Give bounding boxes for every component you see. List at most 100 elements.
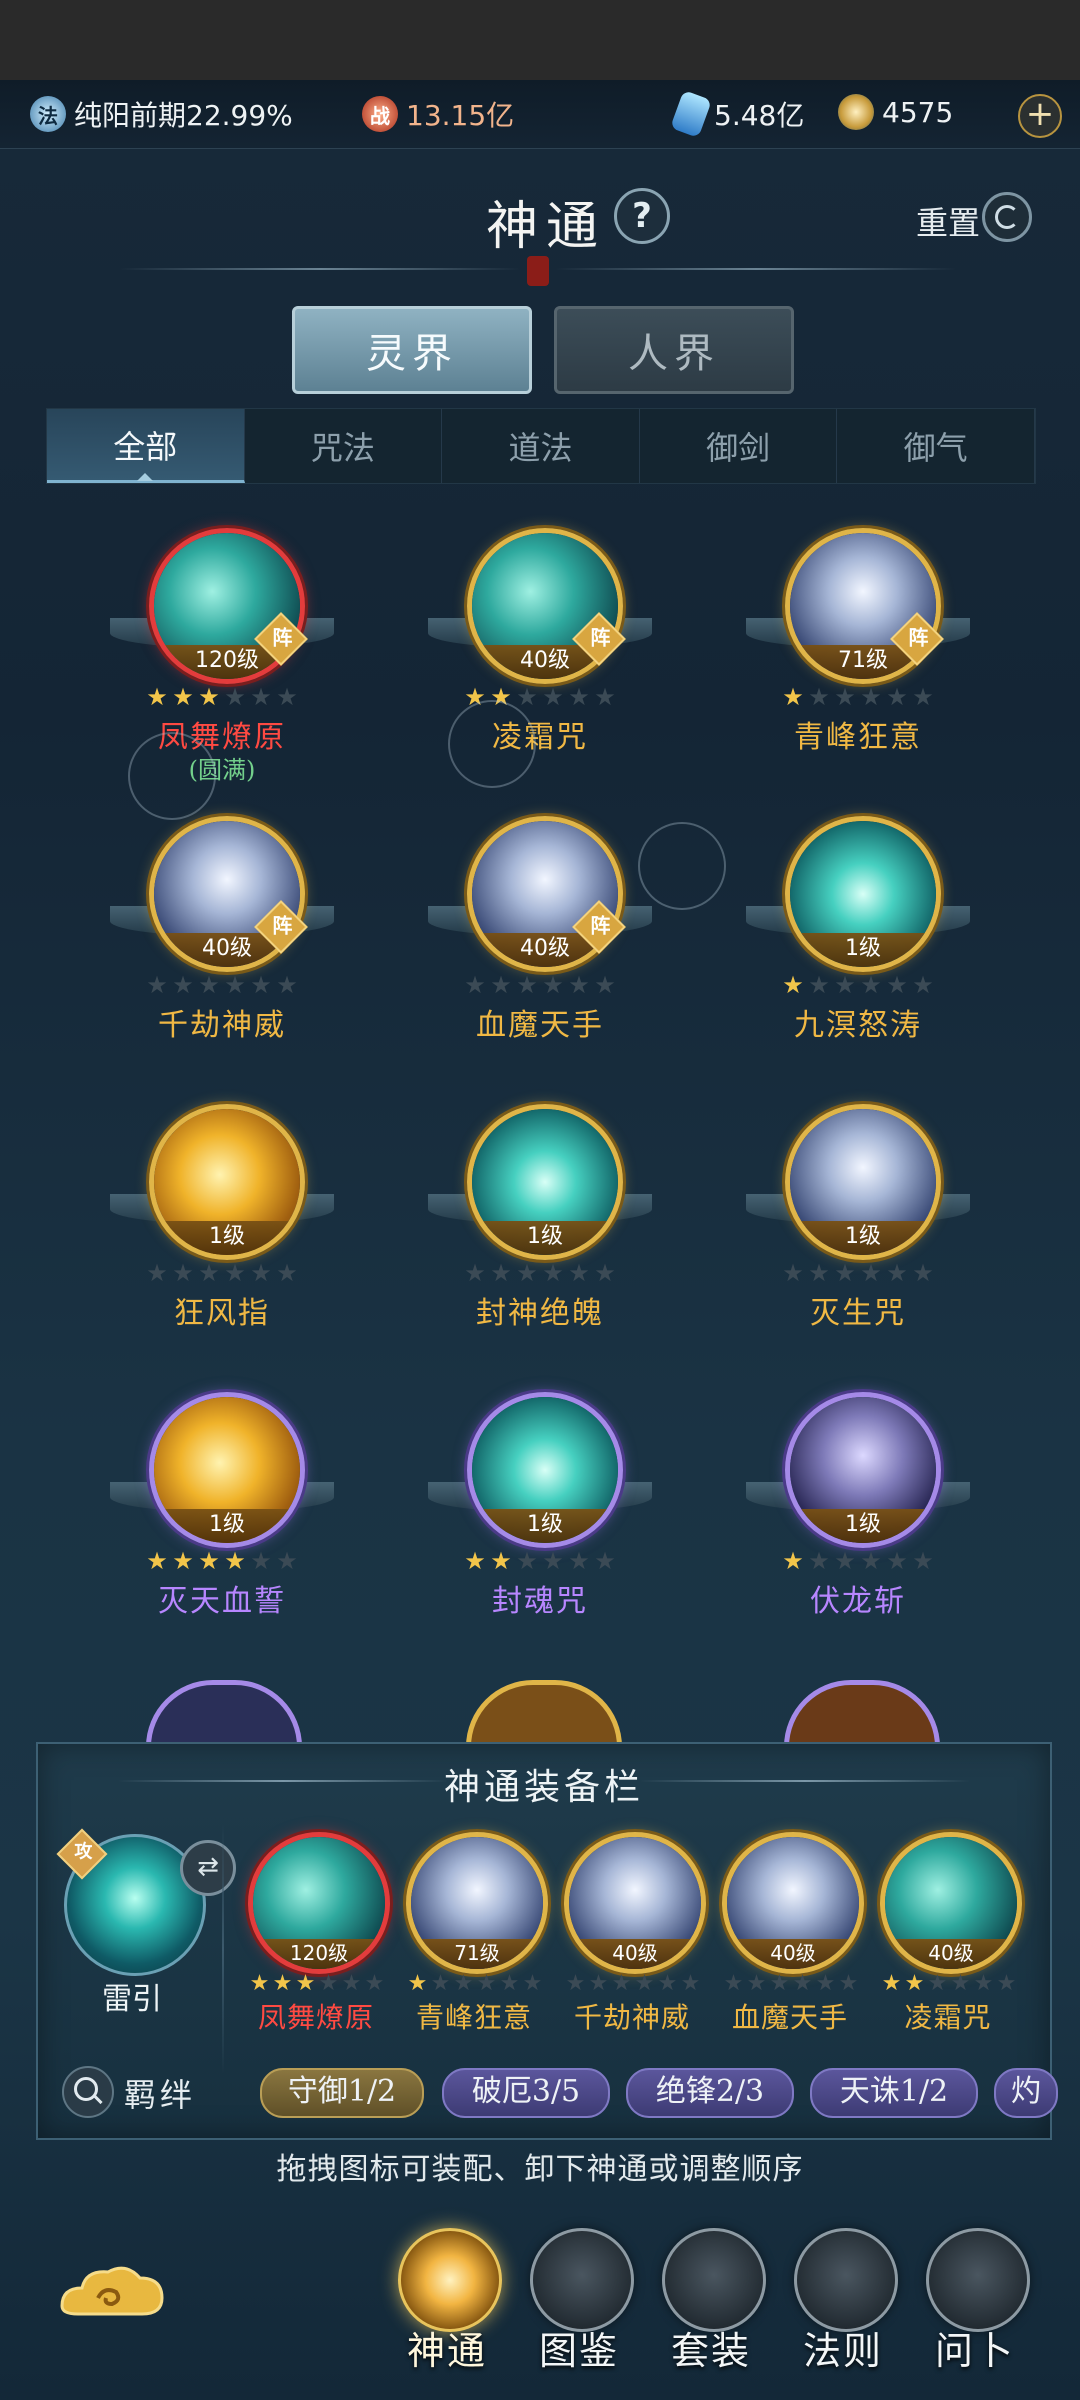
crystal-display[interactable]: 5.48亿: [670, 90, 805, 138]
skill-name: 千劫神威: [573, 2001, 690, 2034]
skill-card[interactable]: 71级阵 ★ ★ ★ ★ ★ ★ 青峰狂意: [708, 528, 1008, 788]
star-icon: ★: [172, 971, 194, 999]
skill-name: 封神绝魄: [476, 1296, 604, 1331]
skill-card[interactable]: 1级 ★ ★ ★ ★ ★ ★ 灭天血誓: [72, 1392, 372, 1652]
nav-item[interactable]: 法则: [788, 2228, 898, 2378]
reset-icon[interactable]: [982, 192, 1032, 242]
star-icon: ★: [198, 971, 220, 999]
coin-text: 4575: [882, 95, 954, 129]
skill-level: 1级: [790, 1509, 936, 1543]
star-icon: ★: [782, 971, 804, 999]
star-icon: ★: [250, 683, 272, 711]
star-icon: ★: [224, 1259, 246, 1287]
skill-card[interactable]: 1级 ★ ★ ★ ★ ★ ★ 灭生咒: [708, 1104, 1008, 1364]
main-skill-slot[interactable]: 攻 ⇄ 雷引: [56, 1828, 236, 2017]
formation-tag-label: 阵: [590, 913, 611, 938]
star-icon: ★: [834, 971, 856, 999]
tab-dao[interactable]: 道法: [442, 409, 640, 483]
skill-card[interactable]: 1级 ★ ★ ★ ★ ★ ★ 九溟怒涛: [708, 816, 1008, 1076]
nav-item[interactable]: 神通: [392, 2228, 502, 2378]
crystal-text: 5.48亿: [714, 99, 805, 132]
tab-spell[interactable]: 咒法: [245, 409, 443, 483]
realm-tab-human[interactable]: 人界: [554, 306, 794, 394]
star-icon: ★: [250, 1547, 272, 1575]
star-icon: ★: [146, 1547, 168, 1575]
star-icon: ★: [973, 1971, 994, 1996]
star-icon: ★: [886, 971, 908, 999]
equipped-skill-slot[interactable]: 40级 ★ ★ ★ ★ ★ ★ 千劫神威: [554, 1832, 710, 2034]
skill-level: 40级: [885, 1939, 1017, 1969]
bond-badge[interactable]: 破厄3/5: [442, 2068, 610, 2118]
star-icon: ★: [588, 1971, 609, 1996]
equipped-skill-slot[interactable]: 40级 ★ ★ ★ ★ ★ ★ 凌霜咒: [870, 1832, 1026, 2034]
tab-all[interactable]: 全部: [47, 409, 245, 483]
skill-card[interactable]: 40级阵 ★ ★ ★ ★ ★ ★ 凌霜咒: [390, 528, 690, 788]
nav-item[interactable]: 图鉴: [524, 2228, 634, 2378]
skill-card[interactable]: 1级 ★ ★ ★ ★ ★ ★ 伏龙斩: [708, 1392, 1008, 1652]
skill-level: 1级: [472, 1221, 618, 1255]
star-icon: ★: [499, 1971, 520, 1996]
skill-card[interactable]: 1级 ★ ★ ★ ★ ★ ★ 狂风指: [72, 1104, 372, 1364]
equipped-skill-slot[interactable]: 71级 ★ ★ ★ ★ ★ ★ 青峰狂意: [396, 1832, 552, 2034]
search-icon[interactable]: [62, 2066, 114, 2118]
tab-qi[interactable]: 御气: [837, 409, 1035, 483]
swap-icon[interactable]: ⇄: [180, 1840, 236, 1896]
star-icon: ★: [657, 1971, 678, 1996]
skill-icon: 1级: [785, 1104, 941, 1260]
star-icon: ★: [634, 1971, 655, 1996]
skill-card[interactable]: 120级阵 ★ ★ ★ ★ ★ ★ 凤舞燎原 (圆满): [72, 528, 372, 788]
star-icon: ★: [568, 1547, 590, 1575]
star-icon: ★: [542, 971, 564, 999]
coin-display[interactable]: 4575: [838, 94, 953, 130]
skill-card[interactable]: 1级 ★ ★ ★ ★ ★ ★ 封魂咒: [390, 1392, 690, 1652]
star-icon: ★: [568, 971, 590, 999]
equipment-title: 神通装备栏: [443, 1767, 644, 1808]
realm-tab-spirit[interactable]: 灵界: [292, 306, 532, 394]
skill-level: 1级: [790, 1221, 936, 1255]
star-rating: ★ ★ ★ ★ ★ ★: [462, 1260, 618, 1286]
bond-badge[interactable]: 守御1/2: [260, 2068, 424, 2118]
bond-badge[interactable]: 绝锋2/3: [626, 2068, 794, 2118]
skill-card[interactable]: 1级 ★ ★ ★ ★ ★ ★ 封神绝魄: [390, 1104, 690, 1364]
help-button[interactable]: ?: [614, 188, 670, 244]
star-icon: ★: [172, 1547, 194, 1575]
star-rating: ★ ★ ★ ★ ★ ★: [144, 972, 300, 998]
skill-card[interactable]: 40级阵 ★ ★ ★ ★ ★ ★ 千劫神威: [72, 816, 372, 1076]
skill-icon: 1级: [149, 1392, 305, 1548]
divination-icon: [926, 2228, 1030, 2332]
star-icon: ★: [912, 683, 934, 711]
skill-level: 40级: [727, 1939, 859, 1969]
equipped-skill-slot[interactable]: 40级 ★ ★ ★ ★ ★ ★ 血魔天手: [712, 1832, 868, 2034]
star-icon: ★: [860, 683, 882, 711]
combat-power-display[interactable]: 战 13.15亿: [362, 94, 514, 134]
skill-name: 凤舞燎原: [257, 2001, 374, 2034]
add-currency-button[interactable]: +: [1018, 94, 1062, 138]
star-icon: ★: [276, 1259, 298, 1287]
skill-status: (圆满): [188, 756, 256, 784]
star-rating: ★ ★ ★ ★ ★ ★: [462, 1548, 618, 1574]
nav-label: 套装: [670, 2329, 751, 2373]
skill-icon: 1级: [467, 1392, 623, 1548]
skill-name: 血魔天手: [476, 1008, 604, 1043]
skill-level: 1级: [154, 1221, 300, 1255]
star-icon: ★: [996, 1971, 1017, 1996]
nav-item[interactable]: 问卜: [920, 2228, 1030, 2378]
bond-badge[interactable]: 灼: [994, 2068, 1058, 2118]
reset-label[interactable]: 重置: [916, 198, 980, 244]
cultivation-display[interactable]: 法 纯阳前期22.99%: [30, 94, 293, 134]
nav-label: 问卜: [934, 2329, 1015, 2373]
nav-item[interactable]: 套装: [656, 2228, 766, 2378]
tab-sword[interactable]: 御剑: [640, 409, 838, 483]
bond-badge[interactable]: 天诛1/2: [810, 2068, 978, 2118]
star-icon: ★: [364, 1971, 385, 1996]
bond-row: 羁绊 守御1/2 破厄3/5 绝锋2/3 天诛1/2 灼: [56, 2062, 1058, 2122]
star-icon: ★: [146, 683, 168, 711]
drag-hint: 拖拽图标可装配、卸下神通或调整顺序: [276, 2152, 804, 2187]
star-icon: ★: [198, 1547, 220, 1575]
skill-icon: 71级: [406, 1832, 548, 1974]
cloud-logo-icon[interactable]: [52, 2258, 172, 2328]
skill-name: 青峰狂意: [794, 720, 922, 755]
star-icon: ★: [782, 683, 804, 711]
equipped-skill-slot[interactable]: 120级 ★ ★ ★ ★ ★ ★ 凤舞燎原: [238, 1832, 394, 2034]
skill-icon: 40级: [880, 1832, 1022, 1974]
